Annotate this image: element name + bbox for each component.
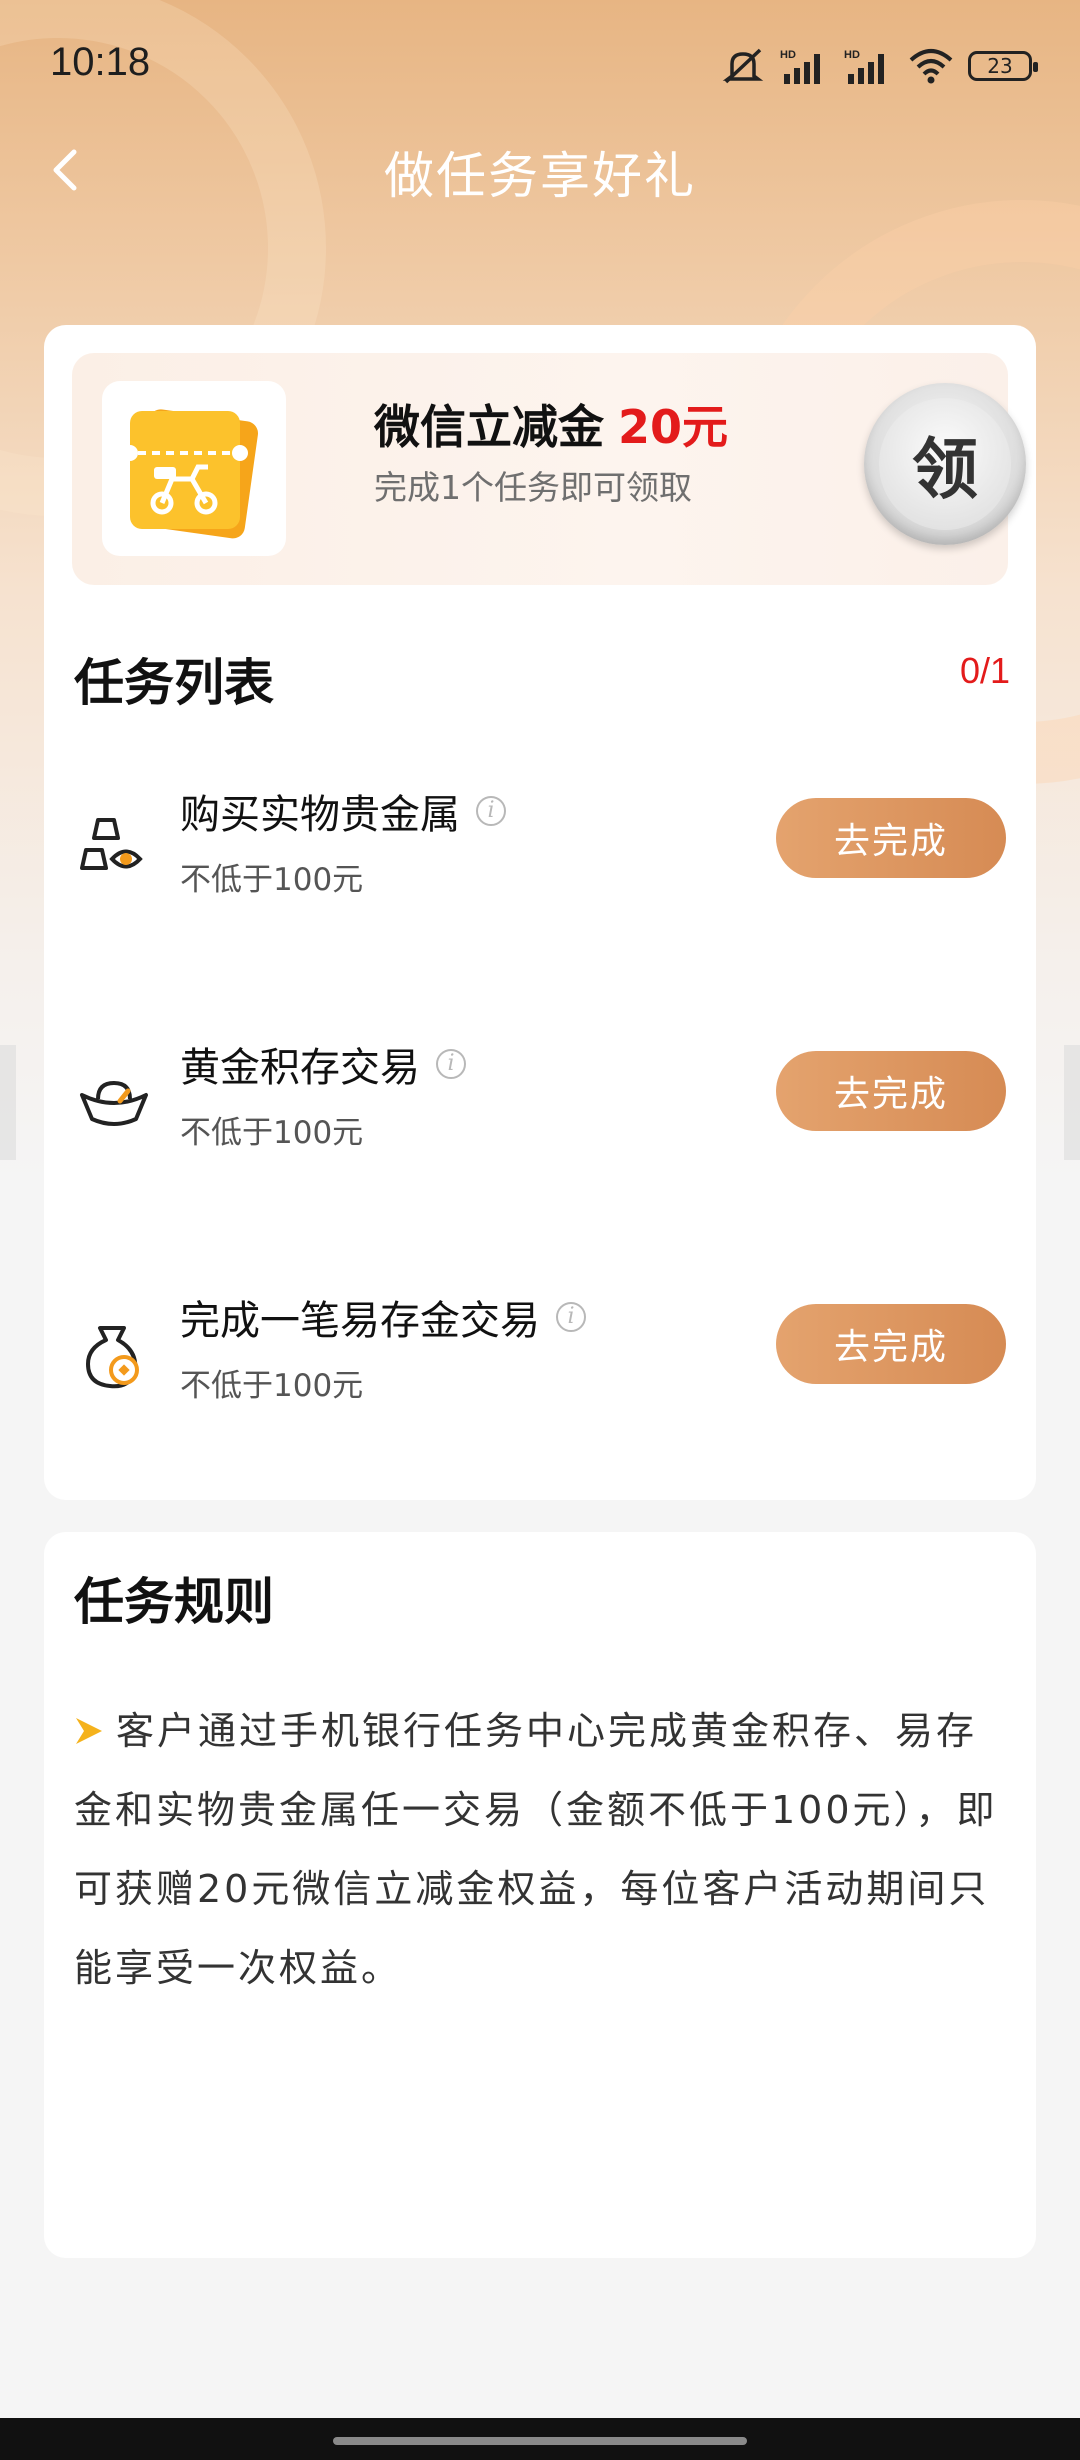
- mute-icon: [722, 48, 764, 84]
- task-complete-button[interactable]: 去完成: [776, 1304, 1006, 1384]
- svg-text:HD: HD: [844, 49, 860, 61]
- svg-text:HD: HD: [780, 49, 796, 61]
- task-complete-button[interactable]: 去完成: [776, 798, 1006, 878]
- reward-amount: 20元: [618, 400, 729, 454]
- task-complete-button[interactable]: 去完成: [776, 1051, 1006, 1131]
- task-name: 购买实物贵金属 i: [180, 782, 506, 840]
- task-list-title: 任务列表: [74, 654, 274, 712]
- signal-hd-icon: HD: [780, 49, 820, 84]
- arrow-right-icon: [76, 1718, 102, 1744]
- battery-icon: 23: [968, 51, 1038, 81]
- coupon-icon: [102, 381, 286, 556]
- edge-strip: [0, 1045, 16, 1160]
- task-name: 完成一笔易存金交易 i: [180, 1288, 586, 1346]
- rules-text: 客户通过手机银行任务中心完成黄金积存、易存金和实物贵金属任一交易（金额不低于10…: [74, 1692, 1014, 2008]
- gold-ingot-icon: [80, 1080, 148, 1126]
- wifi-icon: [909, 49, 953, 84]
- edge-strip: [1064, 1045, 1080, 1160]
- rules-card: 任务规则 客户通过手机银行任务中心完成黄金积存、易存金和实物贵金属任一交易（金额…: [44, 1532, 1036, 2258]
- task-name-text: 黄金积存交易: [180, 1045, 420, 1091]
- task-progress: 0/1: [959, 650, 1010, 691]
- info-icon[interactable]: i: [476, 796, 506, 826]
- task-name-text: 购买实物贵金属: [180, 792, 460, 838]
- money-bag-icon: [86, 1326, 139, 1389]
- info-icon[interactable]: i: [556, 1302, 586, 1332]
- rules-body: 客户通过手机银行任务中心完成黄金积存、易存金和实物贵金属任一交易（金额不低于10…: [74, 1709, 998, 1990]
- home-indicator[interactable]: [333, 2437, 747, 2445]
- reward-name: 微信立减金: [374, 400, 604, 454]
- battery-level: 23: [987, 54, 1013, 78]
- task-desc: 不低于100元: [180, 1115, 364, 1151]
- signal-hd-icon: HD: [844, 49, 884, 84]
- task-name-text: 完成一笔易存金交易: [180, 1298, 540, 1344]
- gold-bars-icon: [80, 818, 143, 870]
- rules-title: 任务规则: [74, 1573, 274, 1631]
- reward-subtitle: 完成1个任务即可领取: [374, 468, 692, 507]
- status-icons: HD HD 23: [720, 44, 1038, 88]
- claim-label: 领: [879, 398, 1011, 530]
- task-desc: 不低于100元: [180, 1368, 364, 1404]
- task-desc: 不低于100元: [180, 862, 364, 898]
- info-icon[interactable]: i: [436, 1049, 466, 1079]
- status-time: 10:18: [50, 40, 151, 84]
- task-name: 黄金积存交易 i: [180, 1035, 466, 1093]
- reward-title: 微信立减金 20元: [374, 391, 728, 457]
- page-title: 做任务享好礼: [384, 147, 696, 205]
- claim-button[interactable]: 领: [864, 383, 1026, 545]
- reward-banner: 微信立减金 20元 完成1个任务即可领取 领: [72, 353, 1026, 585]
